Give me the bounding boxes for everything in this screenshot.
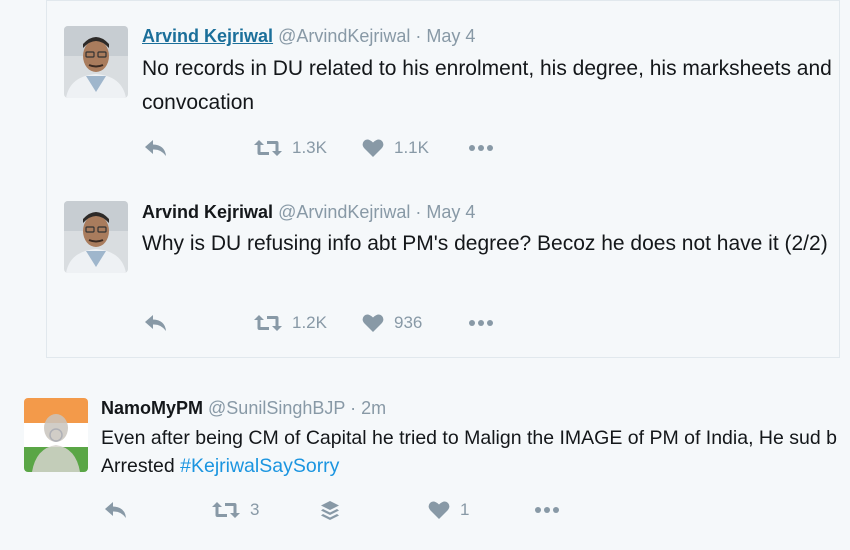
more-button[interactable] xyxy=(468,316,494,330)
reply-icon xyxy=(145,315,166,331)
author-name[interactable]: Arvind Kejriwal xyxy=(142,26,273,46)
tweet-time[interactable]: 2m xyxy=(361,398,386,418)
retweet-count: 1.3K xyxy=(292,138,327,157)
tweet-actions: 1.2K 936 xyxy=(144,313,544,339)
more-dots-icon xyxy=(469,145,493,151)
tweet-text: No records in DU related to his enrolmen… xyxy=(142,57,832,114)
retweet-button[interactable]: 1.2K xyxy=(254,313,327,333)
retweet-count: 1.2K xyxy=(292,313,327,332)
reply-button[interactable] xyxy=(144,138,168,158)
more-dots-icon xyxy=(535,507,559,513)
buffer-stack-icon xyxy=(321,501,339,520)
tweet-header: Arvind Kejriwal @ArvindKejriwal · May 4 xyxy=(142,202,475,223)
heart-icon xyxy=(362,314,384,332)
author-name[interactable]: NamoMyPM xyxy=(101,398,203,418)
author-handle[interactable]: @ArvindKejriwal xyxy=(278,202,410,222)
author-name[interactable]: Arvind Kejriwal xyxy=(142,202,273,222)
tweet-header: NamoMyPM @SunilSinghBJP · 2m xyxy=(101,398,386,419)
avatar[interactable] xyxy=(64,26,128,98)
more-button[interactable] xyxy=(468,141,494,155)
heart-icon xyxy=(362,139,384,157)
retweet-button[interactable]: 1.3K xyxy=(254,138,327,158)
like-count: 1 xyxy=(460,500,470,519)
like-button[interactable]: 936 xyxy=(362,313,422,333)
tweet-text: Even after being CM of Capital he tried … xyxy=(101,424,841,480)
reply-button[interactable] xyxy=(104,500,128,520)
heart-icon xyxy=(428,501,450,519)
reply-icon xyxy=(105,502,126,518)
retweet-icon xyxy=(212,502,240,518)
reply-tweet[interactable]: NamoMyPM @SunilSinghBJP · 2m Even after … xyxy=(0,360,850,550)
tweet-header: Arvind Kejriwal @ArvindKejriwal · May 4 xyxy=(142,26,475,47)
retweet-icon xyxy=(254,140,282,156)
author-handle[interactable]: @SunilSinghBJP xyxy=(208,398,345,418)
tweet-card-2[interactable]: Arvind Kejriwal @ArvindKejriwal · May 4 … xyxy=(46,183,840,358)
tweet-text: Why is DU refusing info abt PM's degree?… xyxy=(142,232,828,255)
buffer-button[interactable] xyxy=(320,500,340,522)
like-button[interactable]: 1 xyxy=(428,500,469,520)
avatar[interactable] xyxy=(24,398,88,472)
retweet-icon xyxy=(254,315,282,331)
like-count: 1.1K xyxy=(394,138,429,157)
like-count: 936 xyxy=(394,313,423,332)
retweet-count: 3 xyxy=(250,500,260,519)
author-handle[interactable]: @ArvindKejriwal xyxy=(278,26,410,46)
retweet-button[interactable]: 3 xyxy=(212,500,259,520)
separator-dot: · xyxy=(350,398,357,418)
separator-dot: · xyxy=(415,202,422,222)
tweet-time[interactable]: May 4 xyxy=(426,202,475,222)
like-button[interactable]: 1.1K xyxy=(362,138,429,158)
avatar[interactable] xyxy=(64,201,128,273)
tweet-card-1[interactable]: Arvind Kejriwal @ArvindKejriwal · May 4 … xyxy=(46,0,840,184)
separator-dot: · xyxy=(415,26,422,46)
reply-icon xyxy=(145,140,166,156)
more-button[interactable] xyxy=(534,503,560,517)
reply-button[interactable] xyxy=(144,313,168,333)
hashtag-link[interactable]: #KejriwalSaySorry xyxy=(180,455,339,477)
tweet-actions: 3 1 xyxy=(104,500,584,526)
tweet-actions: 1.3K 1.1K xyxy=(144,138,544,164)
more-dots-icon xyxy=(469,320,493,326)
tweet-time[interactable]: May 4 xyxy=(426,26,475,46)
